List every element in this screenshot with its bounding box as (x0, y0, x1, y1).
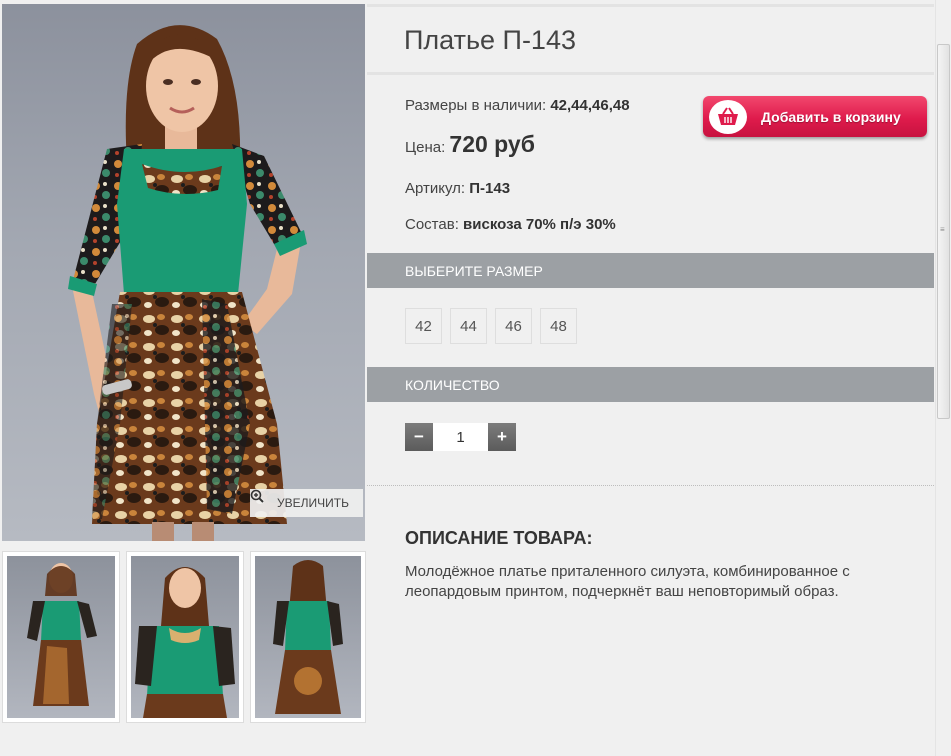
quantity-stepper: − + (405, 423, 516, 451)
dress-photo-illustration (68, 25, 307, 541)
scrollbar-grip-icon: ≡ (940, 225, 945, 234)
description-title: ОПИСАНИЕ ТОВАРА: (405, 528, 593, 548)
quantity-decrease-button[interactable]: − (405, 423, 433, 451)
section-divider (367, 485, 934, 486)
quantity-section-header: КОЛИЧЕСТВО (367, 367, 934, 402)
basket-icon (709, 99, 747, 134)
size-option-42[interactable]: 42 (405, 308, 442, 344)
price: Цена: 720 руб (405, 131, 535, 158)
add-to-cart-button[interactable]: Добавить в корзину (703, 96, 927, 137)
zoom-label: УВЕЛИЧИТЬ (277, 496, 349, 510)
article: Артикул: П-143 (405, 180, 510, 197)
thumbnail-image (273, 560, 343, 714)
sizes-value: 42,44,46,48 (550, 97, 630, 114)
description-text: Молодёжное платье приталенного силуэта, … (405, 563, 850, 600)
composition-label: Состав: (405, 216, 459, 233)
page-title: Платье П-143 (404, 25, 576, 55)
quantity-input[interactable] (433, 423, 488, 451)
article-label: Артикул: (405, 180, 466, 197)
size-option-48[interactable]: 48 (540, 308, 577, 344)
thumbnail-back[interactable] (250, 551, 366, 723)
main-product-photo[interactable]: УВЕЛИЧИТЬ (2, 4, 365, 541)
sizes-available: Размеры в наличии: 42,44,46,48 (405, 97, 630, 114)
quantity-section-title: КОЛИЧЕСТВО (405, 376, 500, 393)
size-option-46[interactable]: 46 (495, 308, 532, 344)
thumbnail-image (135, 567, 235, 718)
size-section-header: ВЫБЕРИТЕ РАЗМЕР (367, 253, 934, 288)
thumbnail-image (27, 563, 97, 706)
size-option-44[interactable]: 44 (450, 308, 487, 344)
zoom-button[interactable]: УВЕЛИЧИТЬ (250, 489, 363, 517)
composition-value: вискоза 70% п/э 30% (463, 216, 616, 233)
sizes-label: Размеры в наличии: (405, 97, 547, 114)
thumbnail-closeup[interactable] (126, 551, 244, 723)
product-title-bar: Платье П-143 (367, 4, 934, 75)
size-section-title: ВЫБЕРИТЕ РАЗМЕР (405, 262, 543, 279)
price-value: 720 руб (449, 131, 535, 157)
quantity-increase-button[interactable]: + (488, 423, 516, 451)
article-value: П-143 (469, 180, 511, 197)
composition: Состав: вискоза 70% п/э 30% (405, 216, 616, 233)
thumbnail-front[interactable] (2, 551, 120, 723)
price-label: Цена: (405, 139, 446, 156)
add-to-cart-label: Добавить в корзину (761, 108, 901, 125)
magnifier-plus-icon (250, 489, 272, 510)
